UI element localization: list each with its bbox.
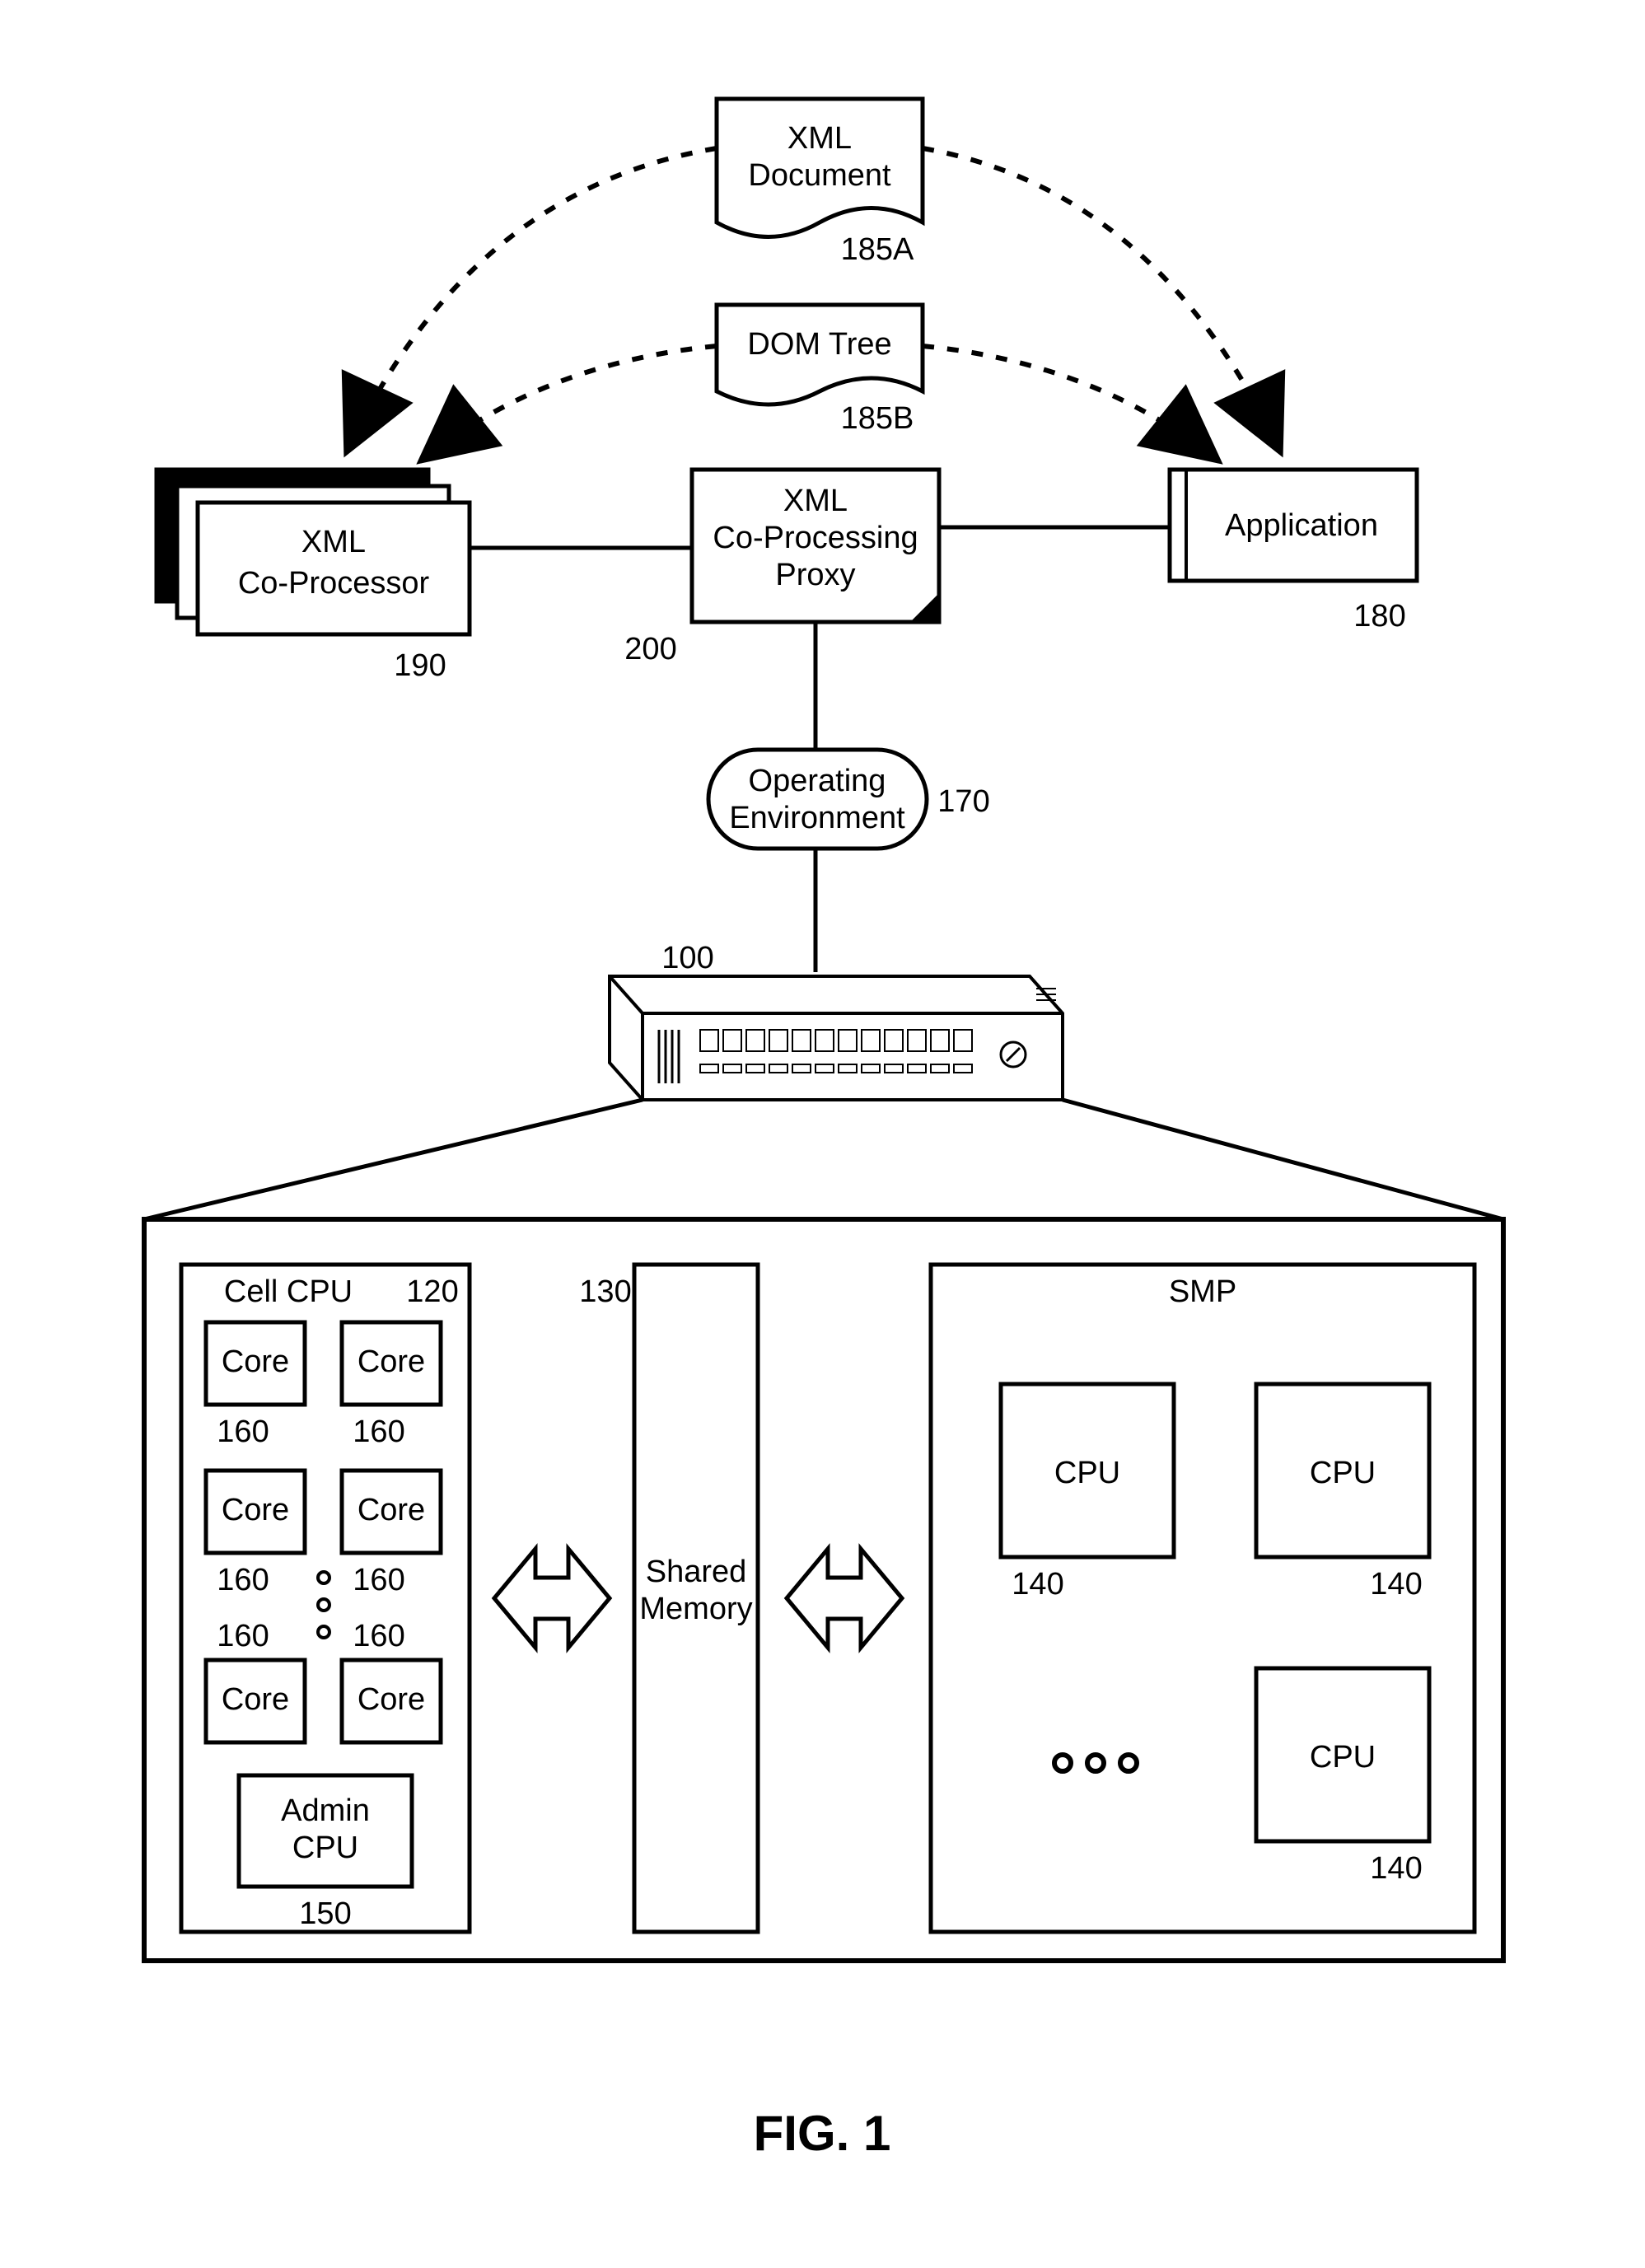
arrow-xmldoc-to-app [923, 148, 1281, 453]
cpu-ref-3: 140 [1370, 1851, 1422, 1886]
env-l1: Operating [749, 764, 886, 798]
diagram: XML Document 185A DOM Tree 185B XML Co-P… [0, 0, 1645, 2268]
shared-ref: 130 [579, 1274, 631, 1309]
cell-cpu-ref: 120 [406, 1274, 458, 1309]
cpu-ref-2: 140 [1370, 1567, 1422, 1602]
application-ref: 180 [1353, 599, 1405, 634]
arrow-xmldoc-to-coproc [346, 148, 717, 453]
core-4: Core [358, 1493, 425, 1527]
core-ref-1: 160 [217, 1415, 269, 1449]
core-5: Core [222, 1682, 289, 1717]
dom-tree-ref: 185B [841, 401, 914, 436]
xml-proxy-l2: Co-Processing [713, 521, 918, 555]
env-l2: Environment [729, 801, 905, 835]
cell-cpu-block: Cell CPU 120 Core 160 Core 160 Core 160 … [181, 1265, 470, 1932]
application-text: Application [1225, 508, 1378, 543]
cpu-2: CPU [1310, 1456, 1376, 1490]
expand-left [144, 1100, 643, 1219]
arrow-domtree-to-coproc [420, 346, 717, 461]
xml-coprocessor-stack: XML Co-Processor 190 [157, 470, 470, 683]
core-1: Core [222, 1344, 289, 1379]
device-ref: 100 [661, 941, 713, 975]
cell-cpu-title: Cell CPU [224, 1274, 353, 1309]
xml-proxy-box: XML Co-Processing Proxy 200 [624, 470, 939, 666]
smp-block: 110 SMP CPU 140 CPU 140 CPU 140 [931, 1265, 1474, 1932]
cpu-ref-1: 140 [1012, 1567, 1063, 1602]
xml-coprocessor-ref: 190 [394, 648, 446, 683]
smp-title: SMP [1169, 1274, 1236, 1309]
shared-l2: Memory [639, 1592, 752, 1626]
expand-right [1063, 1100, 1503, 1219]
cpu-3: CPU [1310, 1740, 1376, 1775]
xml-document-l1: XML [787, 121, 852, 156]
xml-proxy-ref: 200 [624, 632, 676, 666]
core-ref-5: 160 [217, 1619, 269, 1653]
dom-tree-text: DOM Tree [747, 327, 891, 362]
arrow-domtree-to-app [923, 346, 1219, 461]
admin-l2: CPU [292, 1831, 358, 1865]
xml-coprocessor-l1: XML [301, 525, 366, 559]
xml-document-ref: 185A [841, 232, 914, 267]
env-ref: 170 [937, 784, 989, 819]
cpu-1: CPU [1054, 1456, 1120, 1490]
application-box: Application 180 [1170, 470, 1417, 634]
core-3: Core [222, 1493, 289, 1527]
dom-tree-shape: DOM Tree 185B [717, 305, 923, 436]
admin-l1: Admin [281, 1793, 370, 1828]
core-ref-6: 160 [353, 1619, 404, 1653]
xml-coprocessor-l2: Co-Processor [238, 566, 430, 601]
figure-label: FIG. 1 [754, 2106, 891, 2161]
core-ref-4: 160 [353, 1563, 404, 1597]
core-2: Core [358, 1344, 425, 1379]
operating-environment: Operating Environment 170 [708, 750, 990, 849]
admin-ref: 150 [299, 1896, 351, 1931]
core-ref-2: 160 [353, 1415, 404, 1449]
xml-proxy-l3: Proxy [775, 558, 855, 592]
core-ref-3: 160 [217, 1563, 269, 1597]
xml-proxy-l1: XML [783, 484, 848, 518]
device-switch: 100 [610, 941, 1063, 1100]
xml-document-l2: Document [748, 158, 891, 193]
xml-document-shape: XML Document 185A [717, 99, 923, 267]
shared-l1: Shared [646, 1555, 747, 1589]
core-6: Core [358, 1682, 425, 1717]
